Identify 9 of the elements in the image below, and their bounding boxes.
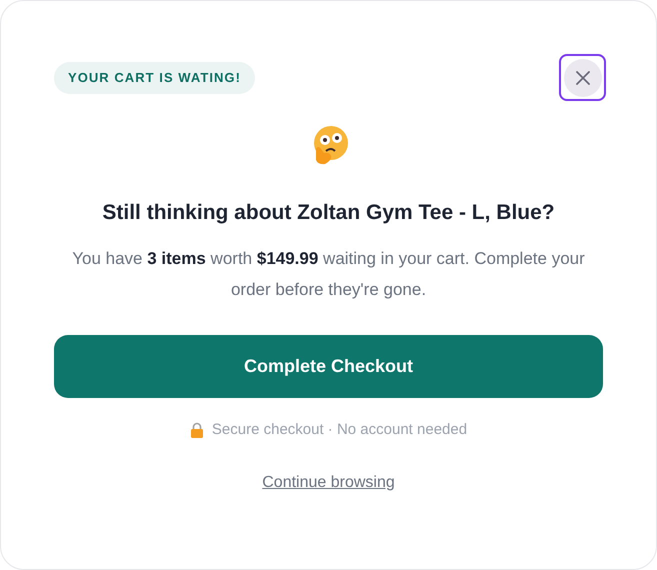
security-note: Secure checkout · No account needed [212, 420, 468, 440]
close-button[interactable] [559, 54, 606, 101]
dialog-message: You have 3 items worth $149.99 waiting in your cart. Complete your order before they're gone. [71, 248, 586, 300]
dialog-title: Still thinking about Zoltan Gym Tee - L, Blue? [101, 200, 556, 226]
status-badge: YOUR CART IS WATING! [54, 62, 255, 94]
lock-icon [190, 422, 204, 438]
complete-checkout-button[interactable]: Complete Checkout [54, 334, 603, 398]
close-icon [576, 70, 590, 84]
continue-browsing-link[interactable]: Continue browsing [262, 471, 395, 495]
